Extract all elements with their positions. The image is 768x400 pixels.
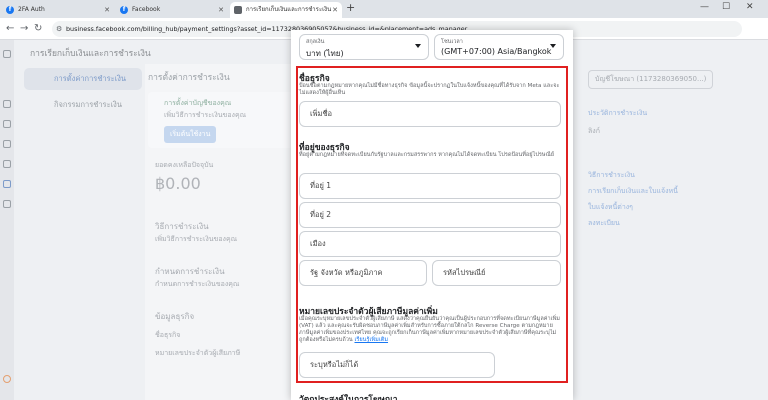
right-panel: บัญชีโฆษณา (1173280369050...) ประวัติการ… (572, 64, 762, 264)
tax-id-description-text: เมื่อคุณระบุหมายเลขประจำตัวผู้เสียภาษี แ… (299, 316, 560, 343)
business-info-heading: ข้อมูลธุรกิจ (155, 312, 195, 321)
chevron-down-icon (550, 44, 556, 48)
new-tab-icon[interactable]: + (346, 1, 355, 14)
chart-icon[interactable] (3, 140, 11, 148)
business-name-input[interactable]: เพิ่มชื่อ (299, 101, 561, 127)
back-icon[interactable]: ← (6, 23, 14, 34)
tax-row: หมายเลขประจำตัวผู้เสียภาษี (155, 349, 241, 357)
city-input[interactable]: เมือง (299, 231, 561, 257)
close-icon[interactable]: ✕ (332, 2, 338, 18)
billing-icon[interactable] (3, 180, 11, 188)
home-icon[interactable] (3, 100, 11, 108)
timezone-select[interactable]: โซนเวลา (GMT+07:00) Asia/Bangkok (434, 34, 564, 60)
notification-icon[interactable] (3, 375, 11, 383)
close-icon[interactable]: ✕ (104, 2, 110, 18)
browser-tab-billing[interactable]: การเรียกเก็บเงินและการชำระเงิน ✕ (230, 2, 342, 18)
setup-desc: เพิ่มวิธีการชำระเงินของคุณ (164, 111, 247, 119)
browser-tab-bar: f 2FA Auth ✕ f Facebook ✕ การเรียกเก็บเง… (0, 0, 768, 18)
balance-label: ยอดคงเหลือปัจจุบัน (155, 161, 214, 169)
tax-id-description: เมื่อคุณระบุหมายเลขประจำตัวผู้เสียภาษี แ… (299, 316, 561, 344)
right-link-invoices[interactable]: ใบแจ้งหนี้ต่างๆ (588, 202, 633, 213)
currency-value: บาท (ไทย) (306, 49, 344, 58)
limits-heading: กำหนดการชำระเงิน (155, 267, 225, 276)
balance-value: ฿0.00 (155, 174, 201, 193)
timezone-value: (GMT+07:00) Asia/Bangkok (441, 47, 552, 56)
limits-sub: กำหนดการชำระเงินของคุณ (155, 280, 240, 288)
setup-card: การตั้งค่าบัญชีของคุณ เพิ่มวิธีการชำระเง… (148, 92, 293, 148)
business-address-description: ที่อยู่ตามกฎหมายที่จดทะเบียนกับรัฐบาลและ… (299, 152, 555, 158)
window-close-icon[interactable]: ✕ (746, 2, 754, 12)
grid-icon[interactable] (3, 120, 11, 128)
nav-payment-activity[interactable]: กิจกรรมการชำระเงิน (24, 94, 142, 116)
next-section-heading: วัตถุประสงค์ในการโฆษณา (299, 395, 398, 400)
facebook-icon: f (120, 6, 128, 14)
tab-title: Facebook (132, 6, 161, 13)
currency-label: สกุลเงิน (306, 39, 325, 45)
page-title: การเรียกเก็บเงินและการชำระเงิน (30, 49, 151, 59)
business-info-dialog: สกุลเงิน บาท (ไทย) โซนเวลา (GMT+07:00) A… (291, 30, 573, 400)
learn-more-link[interactable]: เรียนรู้เพิ่มเติม (354, 337, 388, 343)
right-link-billing[interactable]: การเรียกเก็บเงินและใบแจ้งหนี้ (588, 186, 678, 197)
address-line1-input[interactable]: ที่อยู่ 1 (299, 173, 561, 199)
menu-icon[interactable] (3, 50, 11, 58)
payment-methods-heading: วิธีการชำระเงิน (155, 222, 209, 231)
right-link-history[interactable]: ประวัติการชำระเงิน (588, 108, 647, 119)
browser-tab-facebook[interactable]: f Facebook ✕ (116, 2, 228, 18)
state-input[interactable]: รัฐ จังหวัด หรือภูมิภาค (299, 260, 427, 286)
timezone-label: โซนเวลา (441, 39, 463, 45)
address-line2-input[interactable]: ที่อยู่ 2 (299, 202, 561, 228)
page-icon (234, 6, 242, 14)
right-link-payment-methods[interactable]: วิธีการชำระเงิน (588, 170, 635, 181)
list-icon[interactable] (3, 160, 11, 168)
site-info-icon[interactable]: ⚙ (56, 21, 62, 37)
zip-input[interactable]: รหัสไปรษณีย์ (432, 260, 561, 286)
currency-select[interactable]: สกุลเงิน บาท (ไทย) (299, 34, 429, 60)
chevron-down-icon (415, 44, 421, 48)
get-started-button[interactable]: เริ่มต้นใช้งาน (164, 126, 217, 143)
forward-icon[interactable]: → (20, 23, 28, 34)
payment-methods-sub: เพิ่มวิธีการชำระเงินของคุณ (155, 235, 238, 243)
setup-title: การตั้งค่าบัญชีของคุณ (164, 99, 232, 107)
main-title: การตั้งค่าการชำระเงิน (148, 73, 230, 83)
right-link-header: ลิงก์ (588, 127, 600, 135)
minimize-icon[interactable]: — (700, 2, 709, 12)
tab-title: 2FA Auth (18, 6, 45, 13)
maximize-icon[interactable]: ☐ (722, 2, 730, 12)
nav-payment-settings[interactable]: การตั้งค่าการชำระเงิน (24, 68, 142, 90)
facebook-icon: f (6, 6, 14, 14)
tab-title: การเรียกเก็บเงินและการชำระเงิน (246, 6, 332, 13)
ad-account-select[interactable]: บัญชีโฆษณา (1173280369050...) (588, 70, 714, 89)
close-icon[interactable]: ✕ (218, 2, 224, 18)
settings-icon[interactable] (3, 200, 11, 208)
left-rail (0, 40, 14, 400)
reload-icon[interactable]: ↻ (34, 23, 42, 34)
browser-tab-2fa[interactable]: f 2FA Auth ✕ (2, 2, 114, 18)
business-name-row: ชื่อธุรกิจ (155, 331, 181, 339)
right-link-register[interactable]: ลงทะเบียน (588, 218, 620, 229)
business-name-description: ป้อนชื่อตามกฎหมายหากคุณไม่มีชื่อทางธุรกิ… (299, 83, 560, 96)
tax-id-input[interactable]: ระบุหรือไม่ก็ได้ (299, 352, 495, 378)
